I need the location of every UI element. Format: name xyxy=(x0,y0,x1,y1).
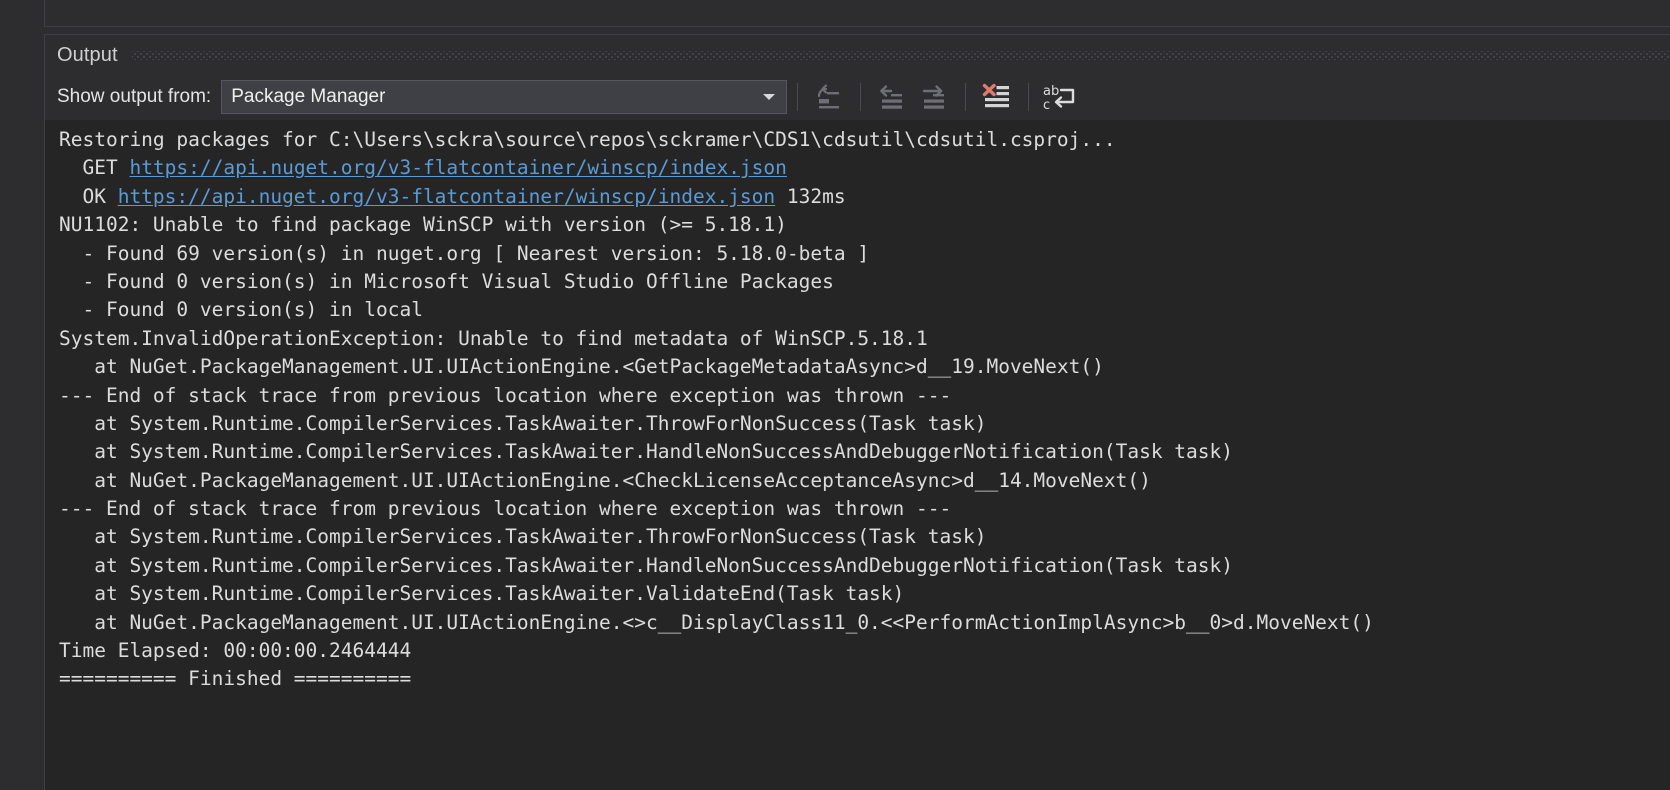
go-to-next-message-button[interactable] xyxy=(913,79,955,115)
output-line: System.InvalidOperationException: Unable… xyxy=(59,325,1670,353)
arrow-right-icon xyxy=(919,83,949,111)
output-text: ========== Finished ========== xyxy=(59,667,411,690)
output-toolbar: Show output from: Package Manager xyxy=(45,74,1670,120)
output-text: at System.Runtime.CompilerServices.TaskA… xyxy=(59,440,1233,463)
output-line: - Found 0 version(s) in Microsoft Visual… xyxy=(59,268,1670,296)
output-text: Restoring packages for C:\Users\sckra\so… xyxy=(59,128,1116,151)
output-line: at System.Runtime.CompilerServices.TaskA… xyxy=(59,552,1670,580)
output-line: at System.Runtime.CompilerServices.TaskA… xyxy=(59,580,1670,608)
output-text: at System.Runtime.CompilerServices.TaskA… xyxy=(59,582,904,605)
find-message-in-code-button[interactable] xyxy=(808,79,850,115)
show-output-from-value: Package Manager xyxy=(222,86,385,108)
chevron-down-icon[interactable] xyxy=(752,81,786,113)
output-line: GET https://api.nuget.org/v3-flatcontain… xyxy=(59,154,1670,182)
word-wrap-abc-icon: ab c xyxy=(1042,82,1078,112)
output-text: at System.Runtime.CompilerServices.TaskA… xyxy=(59,525,986,548)
clear-all-button[interactable] xyxy=(976,79,1018,115)
output-line: - Found 0 version(s) in local xyxy=(59,296,1670,324)
toolbar-separator xyxy=(965,83,966,111)
output-text: OK xyxy=(59,185,118,208)
output-line: Restoring packages for C:\Users\sckra\so… xyxy=(59,126,1670,154)
output-line: Time Elapsed: 00:00:00.2464444 xyxy=(59,637,1670,665)
output-tool-window: Output Show output from: Package Manager xyxy=(44,34,1670,790)
output-text: - Found 0 version(s) in local xyxy=(59,298,423,321)
toolbar-separator xyxy=(860,83,861,111)
output-text: at NuGet.PackageManagement.UI.UIActionEn… xyxy=(59,355,1104,378)
output-line: OK https://api.nuget.org/v3-flatcontaine… xyxy=(59,183,1670,211)
output-text: GET xyxy=(59,156,129,179)
output-line: at System.Runtime.CompilerServices.TaskA… xyxy=(59,438,1670,466)
clear-all-x-icon xyxy=(981,83,1013,111)
show-output-from-select[interactable]: Package Manager xyxy=(221,80,787,114)
toggle-word-wrap-button[interactable]: ab c xyxy=(1039,79,1081,115)
output-line: - Found 69 version(s) in nuget.org [ Nea… xyxy=(59,240,1670,268)
output-link[interactable]: https://api.nuget.org/v3-flatcontainer/w… xyxy=(129,156,786,179)
output-line: --- End of stack trace from previous loc… xyxy=(59,382,1670,410)
output-line: at System.Runtime.CompilerServices.TaskA… xyxy=(59,523,1670,551)
output-text: at NuGet.PackageManagement.UI.UIActionEn… xyxy=(59,469,1151,492)
output-text: --- End of stack trace from previous loc… xyxy=(59,497,951,520)
output-text: NU1102: Unable to find package WinSCP wi… xyxy=(59,213,787,236)
ide-output-panel: Output Show output from: Package Manager xyxy=(0,0,1670,790)
left-gutter xyxy=(0,0,44,790)
output-line: --- End of stack trace from previous loc… xyxy=(59,495,1670,523)
output-text: - Found 69 version(s) in nuget.org [ Nea… xyxy=(59,242,869,265)
output-log[interactable]: Restoring packages for C:\Users\sckra\so… xyxy=(45,126,1670,694)
show-output-from-label: Show output from: xyxy=(57,86,211,108)
output-text-area[interactable]: Restoring packages for C:\Users\sckra\so… xyxy=(45,120,1670,790)
output-line: at NuGet.PackageManagement.UI.UIActionEn… xyxy=(59,467,1670,495)
toolbar-separator xyxy=(1028,83,1029,111)
output-line: at NuGet.PackageManagement.UI.UIActionEn… xyxy=(59,353,1670,381)
output-text: 132ms xyxy=(775,185,845,208)
go-to-previous-message-button[interactable] xyxy=(871,79,913,115)
output-line: at System.Runtime.CompilerServices.TaskA… xyxy=(59,410,1670,438)
output-text: at System.Runtime.CompilerServices.TaskA… xyxy=(59,412,986,435)
output-line: at NuGet.PackageManagement.UI.UIActionEn… xyxy=(59,609,1670,637)
output-text: at System.Runtime.CompilerServices.TaskA… xyxy=(59,554,1233,577)
upper-panel-edge xyxy=(44,0,1670,27)
output-text: at NuGet.PackageManagement.UI.UIActionEn… xyxy=(59,611,1374,634)
toolbar-separator xyxy=(797,83,798,111)
output-text: System.InvalidOperationException: Unable… xyxy=(59,327,928,350)
output-line: ========== Finished ========== xyxy=(59,665,1670,693)
output-link[interactable]: https://api.nuget.org/v3-flatcontainer/w… xyxy=(118,185,775,208)
output-text: --- End of stack trace from previous loc… xyxy=(59,384,951,407)
output-window-title-row: Output xyxy=(45,35,1670,74)
output-text: - Found 0 version(s) in Microsoft Visual… xyxy=(59,270,834,293)
arrow-left-icon xyxy=(877,83,907,111)
output-line: NU1102: Unable to find package WinSCP wi… xyxy=(59,211,1670,239)
output-text: Time Elapsed: 00:00:00.2464444 xyxy=(59,639,411,662)
dotted-grip-icon[interactable] xyxy=(132,51,1670,60)
page-title: Output xyxy=(57,45,132,65)
svg-text:c: c xyxy=(1043,98,1050,112)
svg-text:ab: ab xyxy=(1043,84,1059,99)
undo-arrow-icon xyxy=(814,83,844,111)
